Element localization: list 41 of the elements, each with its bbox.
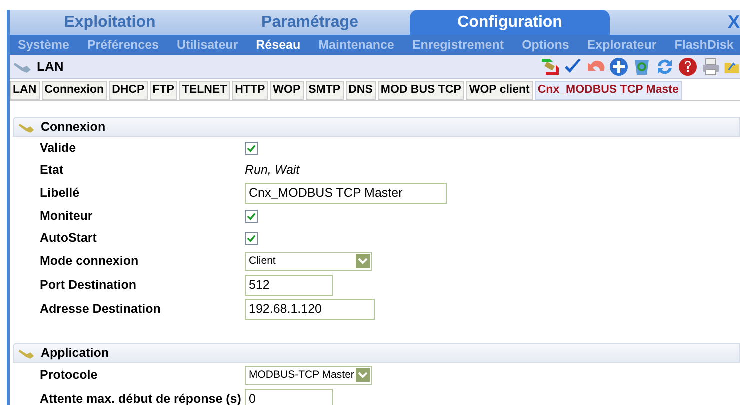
- sub-tab[interactable]: HTTP: [232, 81, 268, 100]
- sub-tab[interactable]: MOD BUS TCP: [378, 81, 464, 100]
- input-field[interactable]: Cnx_MODBUS TCP Master: [245, 182, 447, 204]
- chevron-down-icon[interactable]: [356, 368, 370, 382]
- sub-tab[interactable]: DNS: [346, 81, 376, 100]
- page-title: LAN: [37, 59, 64, 74]
- status-text: Run, Wait: [245, 163, 300, 177]
- field-label: Libellé: [39, 186, 81, 200]
- field-label: Moniteur: [39, 209, 94, 223]
- field-label: Etat: [39, 163, 65, 177]
- sub-tab[interactable]: LAN: [10, 81, 40, 100]
- sub-tab[interactable]: FTP: [150, 81, 178, 100]
- section-title: Connexion: [41, 120, 106, 134]
- field-label: Mode connexion: [39, 254, 140, 268]
- sub-tab[interactable]: TELNET: [179, 81, 230, 100]
- sub-tab[interactable]: SMTP: [306, 81, 344, 100]
- input-field[interactable]: 0: [245, 388, 333, 405]
- sub-tab[interactable]: WOP client: [466, 81, 533, 100]
- sub-tab[interactable]: WOP: [270, 81, 304, 100]
- checkbox[interactable]: [245, 232, 258, 244]
- add-icon[interactable]: [609, 56, 629, 76]
- help-icon[interactable]: [678, 56, 698, 76]
- field-label: Adresse Destination: [39, 302, 162, 316]
- printer-icon[interactable]: [701, 56, 721, 76]
- field-label: Port Destination: [39, 278, 138, 292]
- input-field[interactable]: 512: [245, 274, 333, 296]
- menu-item[interactable]: Réseau: [248, 35, 311, 55]
- sub-tab[interactable]: Cnx_MODBUS TCP Maste: [534, 81, 682, 100]
- field-label: Protocole: [39, 368, 99, 382]
- field-label: Valide: [39, 141, 78, 155]
- checkbox[interactable]: [245, 142, 258, 154]
- chevron-down-icon[interactable]: [356, 254, 370, 268]
- sub-tab[interactable]: Connexion: [42, 81, 108, 100]
- dropdown[interactable]: MODBUS-TCP Master: [245, 366, 372, 384]
- field-label: AutoStart: [39, 231, 98, 245]
- sub-tab[interactable]: DHCP: [109, 81, 148, 100]
- input-field[interactable]: 192.68.1.120: [245, 298, 375, 320]
- main-tab[interactable]: Configuration: [410, 10, 610, 35]
- checkbox[interactable]: [245, 210, 258, 222]
- dropdown[interactable]: Client: [245, 252, 372, 270]
- section-title: Application: [41, 346, 110, 360]
